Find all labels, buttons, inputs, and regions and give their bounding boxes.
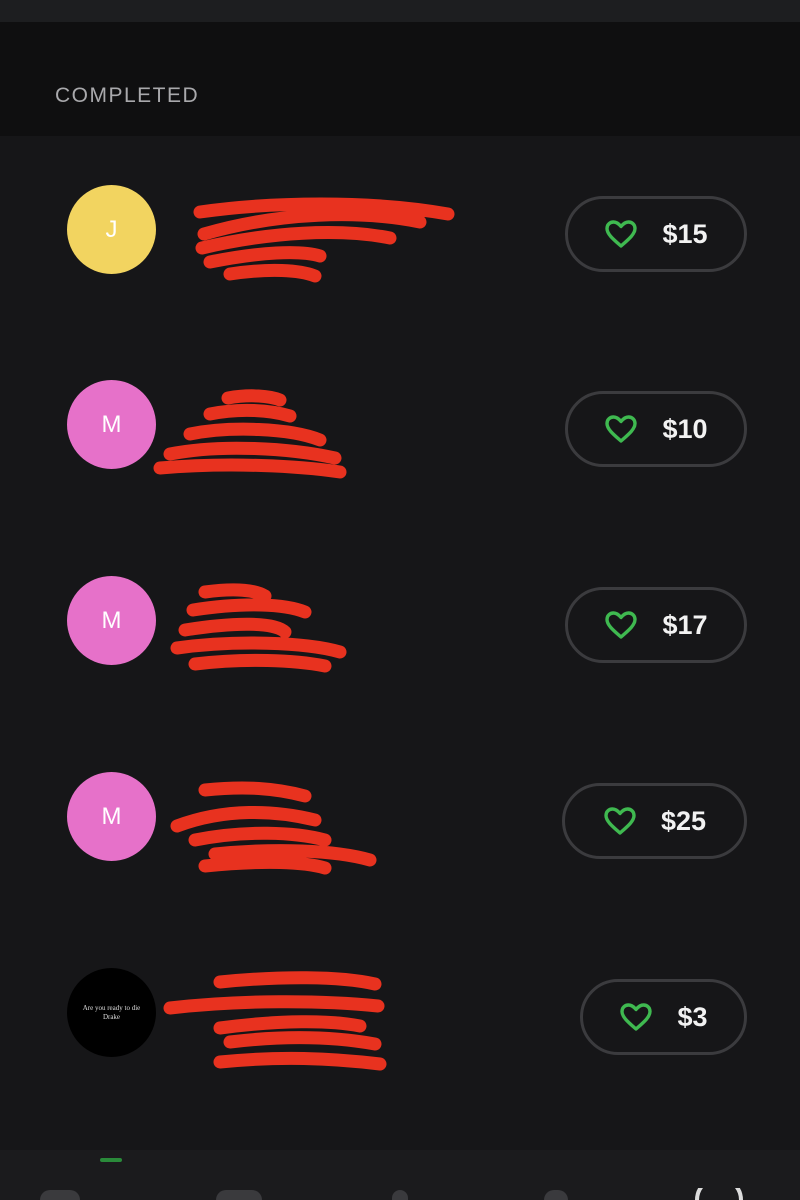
list-item[interactable]: M $17 (0, 564, 800, 684)
card-icon[interactable] (216, 1190, 262, 1200)
tip-button[interactable]: $17 (565, 587, 747, 663)
avatar: M (67, 772, 156, 861)
active-tab-indicator (100, 1158, 122, 1162)
heart-outline-icon (605, 415, 638, 443)
avatar: M (67, 380, 156, 469)
avatar-image-text: Drake (102, 1012, 121, 1021)
tip-button[interactable]: $10 (565, 391, 747, 467)
redaction-scribble (153, 389, 347, 479)
heart-outline-icon (620, 1003, 653, 1031)
avatar: M (67, 576, 156, 665)
redaction-scribble (193, 197, 455, 283)
tip-amount: $3 (677, 1001, 708, 1032)
tip-button[interactable]: $15 (565, 196, 747, 272)
heart-outline-icon (605, 611, 638, 639)
avatar-initial: M (101, 606, 122, 634)
list-item[interactable]: M $25 (0, 760, 800, 880)
status-bar-area (0, 0, 800, 22)
tip-amount: $25 (660, 805, 707, 836)
avatar-initial: J (105, 215, 118, 243)
heart-outline-icon (605, 220, 638, 248)
tip-amount: $10 (662, 413, 708, 444)
redaction-scribble (163, 971, 387, 1071)
redaction-scribble (170, 583, 347, 673)
avatar-initial: M (101, 802, 122, 830)
list-item[interactable]: J $15 (0, 172, 800, 292)
avatar-image: Are you ready to die Drake (67, 968, 156, 1057)
tip-amount: $15 (662, 218, 708, 249)
tips-screen: COMPLETED J $15 M $10 M $17 M $25 Are yo… (0, 0, 800, 1200)
profile-icon[interactable] (694, 1188, 744, 1200)
tip-button[interactable]: $25 (562, 783, 747, 859)
activity-icon[interactable] (392, 1190, 408, 1200)
section-header: COMPLETED (0, 22, 800, 136)
tip-amount: $17 (662, 609, 708, 640)
avatar-image-text: Are you ready to die (82, 1003, 141, 1012)
redaction-scribble (170, 781, 377, 875)
avatar-initial: M (101, 410, 122, 438)
avatar: J (67, 185, 156, 274)
tip-button[interactable]: $3 (580, 979, 747, 1055)
home-icon[interactable] (40, 1190, 80, 1200)
list-item[interactable]: Are you ready to die Drake $3 (0, 956, 800, 1076)
heart-outline-icon (604, 807, 636, 835)
search-icon[interactable] (544, 1190, 568, 1200)
list-item[interactable]: M $10 (0, 368, 800, 488)
section-title: COMPLETED (55, 84, 200, 107)
